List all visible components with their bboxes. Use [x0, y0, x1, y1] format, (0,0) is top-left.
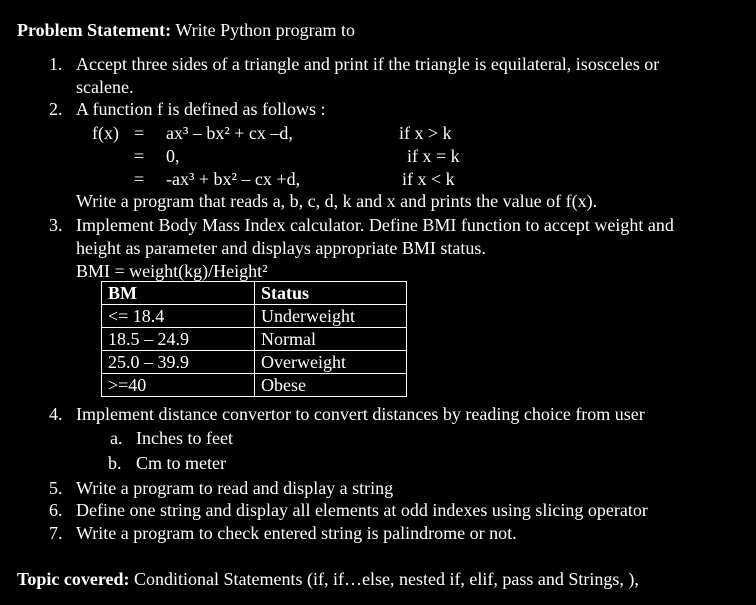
table-cell-status: Normal — [254, 327, 407, 351]
item-5-text: Write a program to read and display a st… — [76, 478, 394, 498]
bmi-formula: BMI = weight(kg)/Height² — [76, 261, 268, 281]
piecewise-expr-1: ax³ – bx² + cx –d, — [166, 123, 293, 143]
topic-heading: Topic covered: — [17, 569, 130, 589]
topic-covered: Topic covered: Conditional Statements (i… — [17, 568, 639, 590]
function-fx-label: f(x) — [92, 123, 119, 143]
item-3-line-1: Implement Body Mass Index calculator. De… — [76, 215, 674, 235]
piecewise-expr-3: -ax³ + bx² – cx +d, — [166, 169, 301, 189]
table-row: 25.0 – 39.9 Overweight — [101, 350, 407, 374]
sub-item-b-letter: b. — [108, 453, 122, 473]
piecewise-expr-2: 0, — [166, 146, 180, 166]
piecewise-cond-2: if x = k — [407, 146, 460, 166]
piecewise-eq-2: = — [134, 146, 145, 166]
item-2-number: 2. — [49, 99, 63, 119]
table-cell-range: <= 18.4 — [101, 304, 255, 328]
item-1-line-1: Accept three sides of a triangle and pri… — [76, 54, 660, 74]
sub-item-a-letter: a. — [110, 428, 123, 448]
table-cell-status: Obese — [254, 373, 407, 397]
item-1-line-2: scalene. — [76, 77, 134, 97]
table-header-status: Status — [254, 281, 407, 305]
table-cell-range: 25.0 – 39.9 — [101, 350, 255, 374]
item-2-line-1: A function f is defined as follows : — [76, 99, 326, 119]
problem-statement: Problem Statement: Write Python program … — [17, 19, 355, 41]
sub-item-b-text: Cm to meter — [136, 453, 226, 473]
table-header-row: BM Status — [101, 281, 407, 305]
piecewise-eq-1: = — [134, 123, 145, 143]
problem-intro: Write Python program to — [175, 20, 356, 40]
item-2-outro: Write a program that reads a, b, c, d, k… — [76, 191, 598, 211]
item-6-text: Define one string and display all elemen… — [76, 500, 648, 520]
table-cell-status: Overweight — [254, 350, 407, 374]
piecewise-cond-1: if x > k — [399, 123, 452, 143]
table-header-bmi: BM — [101, 281, 255, 305]
item-4-number: 4. — [49, 404, 63, 424]
problem-heading: Problem Statement: — [17, 20, 172, 40]
item-7-text: Write a program to check entered string … — [76, 523, 517, 543]
bmi-table: BM Status <= 18.4 Underweight 18.5 – 24.… — [101, 281, 407, 397]
item-1-number: 1. — [49, 54, 63, 74]
sub-item-a-text: Inches to feet — [136, 428, 233, 448]
table-cell-status: Underweight — [254, 304, 407, 328]
table-cell-range: 18.5 – 24.9 — [101, 327, 255, 351]
item-4-line-1: Implement distance convertor to convert … — [76, 404, 645, 424]
table-row: >=40 Obese — [101, 373, 407, 397]
piecewise-eq-3: = — [134, 169, 145, 189]
table-row: <= 18.4 Underweight — [101, 304, 407, 328]
item-3-number: 3. — [49, 215, 63, 235]
item-7-number: 7. — [49, 523, 63, 543]
item-5-number: 5. — [49, 478, 63, 498]
topic-text: Conditional Statements (if, if…else, nes… — [134, 569, 639, 589]
item-3-line-2: height as parameter and displays appropr… — [76, 238, 486, 258]
piecewise-cond-3: if x < k — [402, 169, 455, 189]
item-6-number: 6. — [49, 500, 63, 520]
table-row: 18.5 – 24.9 Normal — [101, 327, 407, 351]
table-cell-range: >=40 — [101, 373, 255, 397]
